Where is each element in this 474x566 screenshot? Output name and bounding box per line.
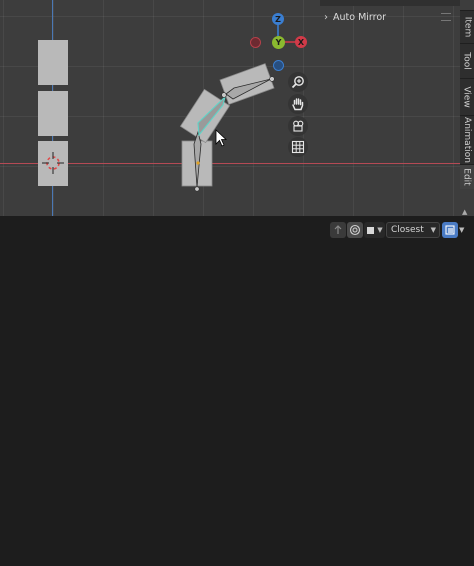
camera-view-button[interactable] [288, 116, 308, 136]
zoom-button[interactable] [288, 72, 308, 92]
drag-handle-icon[interactable] [441, 13, 451, 21]
auto-mirror-label: Auto Mirror [333, 11, 387, 23]
gizmo-neg-z-axis[interactable] [273, 60, 284, 71]
gizmo-neg-x-axis[interactable] [250, 37, 261, 48]
gizmo-z-axis[interactable]: Z [272, 13, 284, 25]
perspective-toggle-button[interactable] [288, 137, 308, 157]
chevron-right-icon: › [324, 11, 328, 23]
hand-icon [292, 98, 304, 111]
snap-base-button[interactable] [330, 222, 346, 238]
grid-icon [291, 140, 305, 154]
mesh-block-top[interactable] [38, 40, 68, 85]
gizmo-x-axis[interactable]: X [295, 36, 307, 48]
scroll-up-icon[interactable]: ▲ [462, 208, 467, 216]
auto-mirror-panel-header[interactable]: › Auto Mirror [324, 9, 386, 25]
tab-tool[interactable]: Tool [460, 43, 474, 78]
mesh-block-middle[interactable] [38, 91, 68, 136]
3d-cursor-icon[interactable] [41, 151, 65, 175]
gizmo-y-axis[interactable]: Y [272, 36, 285, 49]
proportional-editing-button[interactable] [347, 222, 363, 238]
chevron-down-icon[interactable]: ▼ [459, 226, 464, 234]
zoom-in-icon [291, 76, 304, 89]
tab-view[interactable]: View [460, 78, 474, 115]
tab-edit[interactable]: Edit [460, 164, 474, 189]
chevron-down-icon: ▼ [430, 226, 436, 234]
xray-icon [445, 225, 455, 235]
snap-box-icon [367, 226, 375, 234]
snap-target-value: Closest [391, 225, 424, 235]
sidebar-panel-top [320, 0, 460, 6]
armature-arm[interactable] [178, 62, 283, 192]
mouse-cursor-icon [215, 129, 228, 147]
tab-animation[interactable]: Animation [460, 115, 474, 164]
3d-viewport[interactable]: Z Y X › Auto Mirror Item Tool View Anima… [0, 0, 474, 216]
proportional-edit-icon [349, 224, 361, 236]
pan-button[interactable] [288, 94, 308, 114]
snap-element-dropdown[interactable]: ▼ [364, 222, 385, 238]
tab-item[interactable]: Item [460, 10, 474, 43]
snap-target-dropdown[interactable]: Closest ▼ [386, 222, 440, 238]
chevron-down-icon: ▼ [377, 226, 383, 234]
xray-toggle-button[interactable] [442, 222, 458, 238]
camera-icon [293, 120, 304, 132]
arrow-up-icon [334, 225, 342, 234]
